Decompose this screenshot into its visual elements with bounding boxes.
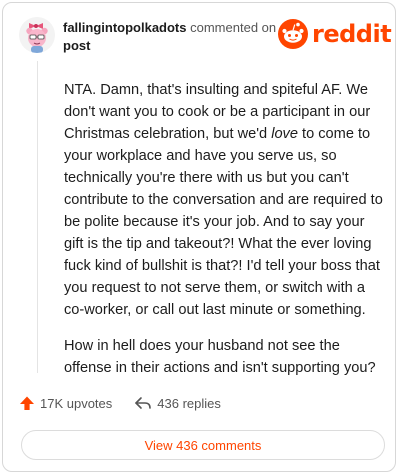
arrow-up-icon [20,396,34,410]
reddit-wordmark: reddit [312,20,392,48]
upvote-count: 17K upvotes [40,395,113,411]
comment-header: fallingintopolkadots commented on post [63,19,278,55]
username-link[interactable]: fallingintopolkadots [63,20,187,35]
reply-button[interactable]: 436 replies [134,395,221,411]
avatar-image [19,17,55,53]
commented-on-text: commented on [190,20,277,35]
comment-paragraph-2: How in hell does your husband not see th… [64,338,376,376]
post-link[interactable]: post [63,38,90,53]
reply-arrow-icon [135,397,152,409]
comment-paragraph-1: NTA. Damn, that's insulting and spiteful… [64,82,383,318]
comment-card: fallingintopolkadots commented on post r… [2,2,396,472]
thread-line [37,61,38,373]
comment-body: NTA. Damn, that's insulting and spiteful… [64,79,386,393]
view-comments-button[interactable]: View 436 comments [21,430,385,460]
upvote-button[interactable]: 17K upvotes [19,395,112,411]
comment-actions: 17K upvotes 436 replies [19,395,221,411]
reddit-logo[interactable]: reddit [278,19,392,49]
reply-count: 436 replies [157,395,221,411]
reddit-snoo-icon [278,19,308,49]
avatar[interactable] [19,17,55,53]
